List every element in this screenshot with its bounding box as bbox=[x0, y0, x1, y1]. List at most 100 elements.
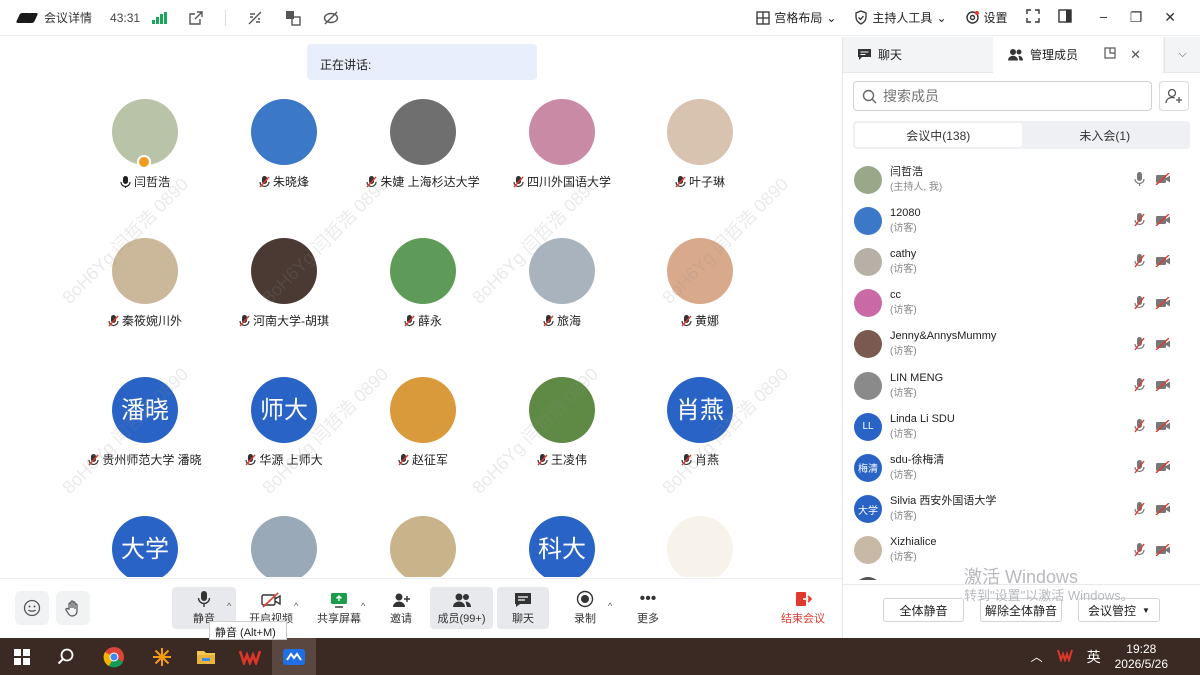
camera-off-icon[interactable] bbox=[1155, 543, 1171, 561]
camera-off-icon[interactable] bbox=[1155, 172, 1171, 190]
meeting-app-icon[interactable] bbox=[272, 638, 316, 675]
record-button[interactable]: 录制 bbox=[565, 587, 605, 629]
invite-button[interactable]: 邀请 bbox=[378, 587, 424, 629]
member-row[interactable]: cathy (访客) bbox=[843, 241, 1200, 282]
record-options-caret-icon[interactable]: ^ bbox=[608, 601, 612, 611]
participant-tile[interactable]: 朱婕 上海杉达大学 bbox=[348, 99, 498, 190]
hide-video-icon[interactable] bbox=[322, 9, 340, 27]
ime-indicator[interactable]: 英 bbox=[1087, 647, 1101, 667]
member-row[interactable]: 大学 Silvia 西安外国语大学 (访客) bbox=[843, 489, 1200, 530]
end-meeting-button[interactable]: 结束会议 bbox=[776, 587, 830, 629]
windows-start-icon[interactable] bbox=[0, 638, 44, 675]
participant-name-row: 四川外国语大学 bbox=[487, 173, 637, 190]
microphone-muted-icon[interactable] bbox=[1134, 213, 1145, 232]
microphone-muted-icon[interactable] bbox=[1134, 501, 1145, 521]
popout-icon[interactable] bbox=[187, 9, 205, 27]
camera-off-icon[interactable] bbox=[1155, 254, 1171, 272]
network-stats-icon[interactable] bbox=[246, 9, 264, 27]
camera-off-icon[interactable] bbox=[1155, 419, 1171, 437]
minimize-icon[interactable]: − bbox=[1100, 9, 1108, 26]
share-options-caret-icon[interactable]: ^ bbox=[361, 601, 365, 611]
participant-tile[interactable]: 闫哲浩 bbox=[70, 99, 220, 190]
participant-tile[interactable]: 河南大学-胡琪 bbox=[209, 238, 359, 329]
segment-not-joined[interactable]: 未入会(1) bbox=[1022, 123, 1189, 147]
show-hidden-icons-icon[interactable]: ︿ bbox=[1031, 648, 1043, 665]
participant-tile[interactable] bbox=[625, 516, 775, 577]
layout-button[interactable]: 宫格布局 ⌄ bbox=[756, 9, 836, 26]
participant-tile[interactable]: 肖燕 肖燕 bbox=[625, 377, 775, 468]
meeting-details-link[interactable]: 会议详情 bbox=[44, 9, 92, 26]
camera-off-icon[interactable] bbox=[1155, 460, 1171, 478]
microphone-icon[interactable] bbox=[1134, 172, 1145, 191]
microphone-muted-icon[interactable] bbox=[1134, 377, 1145, 397]
host-tools-button[interactable]: 主持人工具 ⌄ bbox=[854, 9, 947, 26]
member-search-box[interactable] bbox=[853, 81, 1152, 111]
participant-tile[interactable]: 叶子琳 bbox=[625, 99, 775, 190]
participant-tile[interactable]: 朱晓烽 bbox=[209, 99, 359, 190]
members-button[interactable]: 成员(99+) bbox=[430, 587, 493, 629]
translate-icon[interactable] bbox=[284, 9, 302, 27]
close-icon[interactable]: ✕ bbox=[1164, 9, 1176, 26]
camera-off-icon[interactable] bbox=[1155, 501, 1171, 520]
mute-all-button[interactable]: 全体静音 bbox=[883, 598, 964, 622]
camera-off-icon[interactable] bbox=[1155, 213, 1171, 231]
video-options-caret-icon[interactable]: ^ bbox=[294, 601, 298, 611]
participant-tile[interactable]: 赵征军 bbox=[348, 377, 498, 468]
mute-options-caret-icon[interactable]: ^ bbox=[227, 601, 231, 611]
close-panel-icon[interactable]: ✕ bbox=[1130, 47, 1141, 63]
participant-tile[interactable]: 薛永 bbox=[348, 238, 498, 329]
system-clock[interactable]: 19:28 2026/5/26 bbox=[1115, 642, 1168, 672]
file-explorer-icon[interactable] bbox=[184, 638, 228, 675]
settings-button[interactable]: 设置 bbox=[965, 9, 1008, 26]
camera-off-icon[interactable] bbox=[1155, 378, 1171, 396]
fullscreen-icon[interactable] bbox=[1025, 9, 1040, 26]
chrome-app-icon[interactable] bbox=[88, 638, 140, 675]
member-row[interactable]: LIN MENG (访客) bbox=[843, 365, 1200, 406]
tray-app-icon[interactable] bbox=[1056, 648, 1073, 665]
member-search-input[interactable] bbox=[883, 88, 1133, 104]
microphone-muted-icon[interactable] bbox=[1134, 460, 1145, 479]
sidebar-toggle-icon[interactable] bbox=[1057, 9, 1072, 26]
participant-tile[interactable]: 师大 华源 上师大 bbox=[209, 377, 359, 468]
camera-off-icon[interactable] bbox=[1155, 296, 1171, 314]
participant-tile[interactable] bbox=[209, 516, 359, 577]
member-row[interactable]: 梅清 sdu-徐梅清 (访客) bbox=[843, 447, 1200, 488]
member-row[interactable]: Xizhialice (访客) bbox=[843, 530, 1200, 571]
member-row[interactable]: 12080 (访客) bbox=[843, 200, 1200, 241]
participant-tile[interactable]: 四川外国语大学 bbox=[487, 99, 637, 190]
more-button[interactable]: ••• 更多 bbox=[628, 587, 668, 629]
chat-button[interactable]: 聊天 bbox=[497, 587, 549, 629]
tab-chat[interactable]: 聊天 bbox=[843, 37, 993, 73]
microphone-muted-icon[interactable] bbox=[1134, 295, 1145, 315]
camera-off-icon[interactable] bbox=[1155, 337, 1171, 355]
restore-icon[interactable]: ❐ bbox=[1130, 9, 1143, 26]
taskbar-search-icon[interactable] bbox=[44, 638, 88, 675]
share-screen-button[interactable]: 共享屏幕 bbox=[312, 587, 366, 629]
member-row[interactable]: Jenny&AnnysMummy (访客) bbox=[843, 324, 1200, 365]
pinwheel-app-icon[interactable] bbox=[140, 638, 184, 675]
reaction-emoji-button[interactable] bbox=[15, 591, 49, 625]
member-row[interactable]: LL Linda Li SDU (访客) bbox=[843, 406, 1200, 447]
participant-tile[interactable]: 科大 bbox=[487, 516, 637, 577]
participant-tile[interactable]: 大学 bbox=[70, 516, 220, 577]
participant-tile[interactable]: 秦筱婉川外 bbox=[70, 238, 220, 329]
microphone-muted-icon[interactable] bbox=[1134, 254, 1145, 273]
wps-office-icon[interactable] bbox=[228, 638, 272, 675]
participant-tile[interactable] bbox=[348, 516, 498, 577]
participant-tile[interactable]: 王凌伟 bbox=[487, 377, 637, 468]
tab-members[interactable]: 管理成员 ✕ bbox=[993, 36, 1163, 73]
microphone-muted-icon[interactable] bbox=[1134, 419, 1145, 438]
raise-hand-button[interactable] bbox=[56, 591, 90, 625]
popout-panel-icon[interactable] bbox=[1104, 46, 1116, 63]
participant-tile[interactable]: 黄娜 bbox=[625, 238, 775, 329]
member-row[interactable]: cc (访客) bbox=[843, 283, 1200, 324]
microphone-muted-icon[interactable] bbox=[1134, 336, 1145, 356]
add-member-button[interactable] bbox=[1159, 81, 1189, 111]
participant-tile[interactable]: 旅海 bbox=[487, 238, 637, 329]
segment-in-meeting[interactable]: 会议中(138) bbox=[855, 123, 1022, 147]
member-row[interactable]: 闫哲浩 (主持人, 我) bbox=[843, 159, 1200, 200]
chevron-down-icon[interactable]: ⌵ bbox=[1164, 36, 1200, 73]
microphone-muted-icon[interactable] bbox=[1134, 542, 1145, 562]
participant-tile[interactable]: 潘晓 贵州师范大学 潘晓 bbox=[70, 377, 220, 468]
signal-strength-icon[interactable] bbox=[152, 11, 168, 24]
